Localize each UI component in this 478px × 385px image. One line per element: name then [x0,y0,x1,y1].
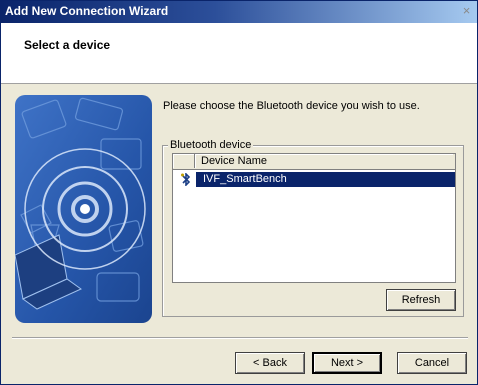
page-title: Select a device [24,38,111,52]
refresh-button[interactable]: Refresh [386,289,456,311]
next-button[interactable]: Next > [312,352,382,374]
close-icon[interactable]: × [459,4,474,18]
instruction-text: Please choose the Bluetooth device you w… [163,100,420,112]
bluetooth-signal-illustration-icon [15,95,152,323]
list-item[interactable]: IVF_SmartBench [174,172,455,187]
cancel-button[interactable]: Cancel [397,352,467,374]
device-list[interactable]: Device Name IVF_SmartBench [172,153,456,283]
wizard-illustration [15,95,152,323]
bluetooth-device-icon [180,172,192,187]
column-header-icon[interactable] [173,154,195,168]
wizard-window: Add New Connection Wizard × Select a dev… [0,0,478,385]
list-header: Device Name [173,154,455,170]
footer-separator [12,337,468,339]
device-name: IVF_SmartBench [203,173,287,185]
window-title: Add New Connection Wizard [5,4,169,18]
group-label: Bluetooth device [168,139,254,151]
wizard-header: Select a device [1,23,477,84]
title-bar[interactable]: Add New Connection Wizard × [1,1,477,23]
back-button[interactable]: < Back [235,352,305,374]
column-header-device-name[interactable]: Device Name [195,154,453,168]
